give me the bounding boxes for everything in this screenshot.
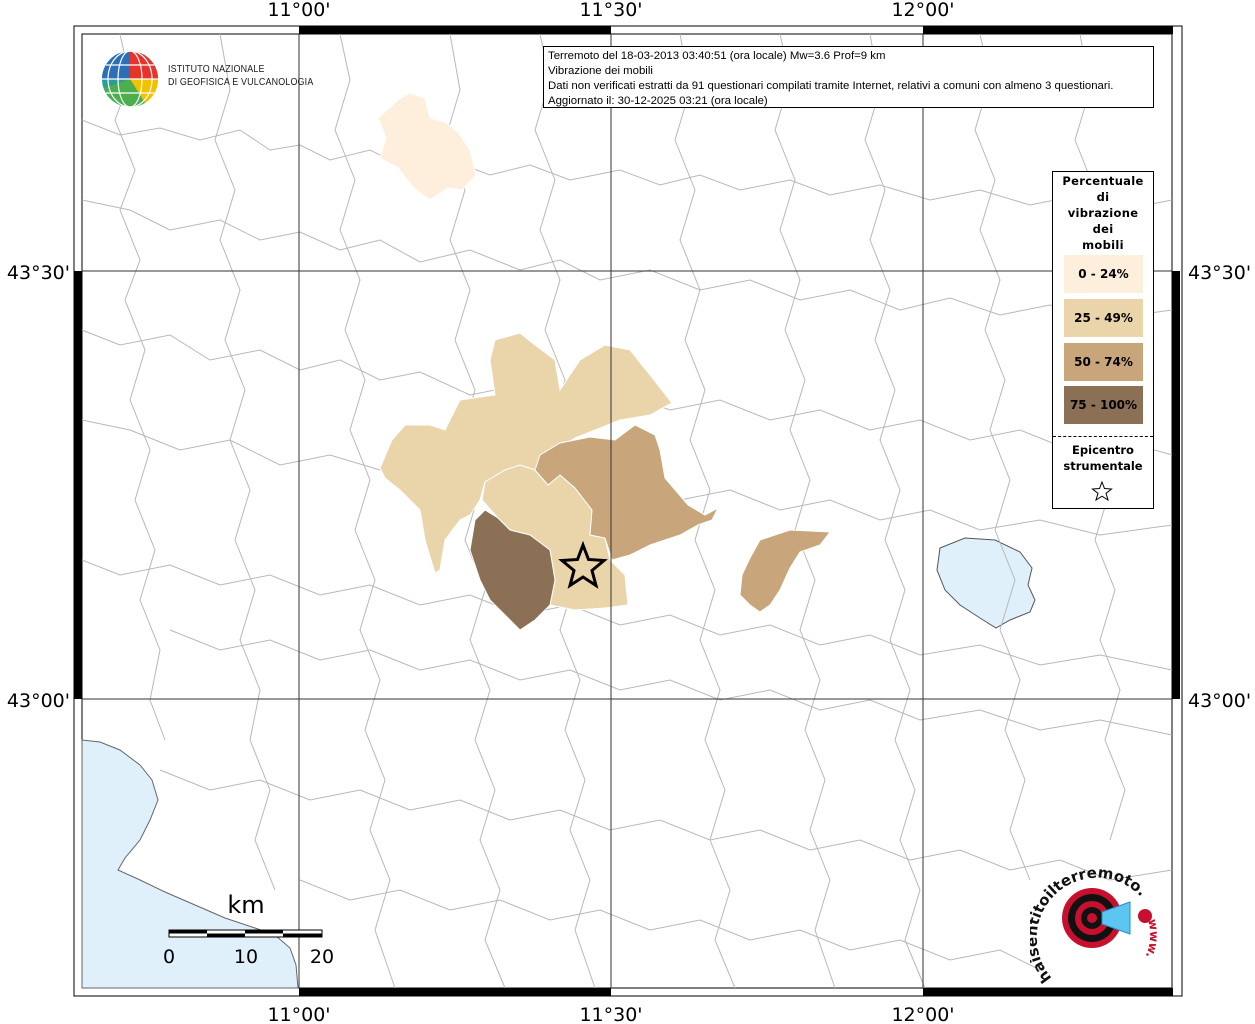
lon-tick-top-2: 11°30' [579,0,642,21]
haisentito-logo: haisentitoilterremoto.it www. [1030,860,1162,987]
event-updated: Aggiornato il: 30-12-2025 03:21 (ora loc… [548,95,768,107]
legend-class-25-49: 25 - 49% [1064,299,1143,337]
event-subject: Vibrazione dei mobili [548,65,653,77]
event-note: Dati non verificati estratti da 91 quest… [548,80,1114,92]
legend-title: Percentuale di vibrazione dei mobili [1053,172,1153,253]
ingv-line-1: ISTITUTO NAZIONALE [168,63,265,75]
lon-tick-top-3: 12°00' [891,0,954,21]
event-info-box: Terremoto del 18-03-2013 03:40:51 (ora l… [543,46,1154,108]
legend: Percentuale di vibrazione dei mobili 0 -… [1052,171,1154,509]
star-outline-icon [1091,480,1113,502]
legend-title-line: vibrazione [1067,206,1139,220]
scale-tick-10: 10 [234,946,258,968]
legend-title-line: mobili [1082,238,1124,252]
legend-epicenter-line: Epicentro [1072,443,1134,457]
haisentito-www-text: www. [1143,918,1162,960]
ingv-line-2: DI GEOFISICA E VULCANOLOGIA [168,76,314,88]
legend-title-line: Percentuale [1062,174,1144,188]
question-icon [1138,909,1152,923]
scale-tick-20: 20 [310,946,334,968]
ingv-name: ISTITUTO NAZIONALE DI GEOFISICA E VULCAN… [168,63,313,89]
legend-divider [1053,436,1153,437]
legend-class-50-74: 50 - 74% [1064,343,1143,381]
legend-class-0-24: 0 - 24% [1064,255,1143,293]
scale-tick-0: 0 [163,946,175,968]
scale-unit: km [227,891,264,919]
lon-tick-bottom-2: 11°30' [579,1004,642,1024]
event-title: Terremoto del 18-03-2013 03:40:51 (ora l… [548,50,886,62]
lat-tick-right-1: 43°30' [1188,262,1251,284]
legend-class-75-100: 75 - 100% [1064,386,1143,424]
lat-tick-left-2: 43°00' [7,690,70,712]
lat-tick-right-2: 43°00' [1188,690,1251,712]
lon-tick-top-1: 11°00' [267,0,330,21]
lon-tick-bottom-3: 12°00' [891,1004,954,1024]
legend-title-line: di [1096,190,1110,204]
legend-epicenter-line: strumentale [1063,459,1143,473]
legend-epicenter-label: Epicentro strumentale [1053,442,1153,474]
globe-icon [102,50,159,108]
lon-tick-bottom-1: 11°00' [267,1004,330,1024]
legend-title-line: dei [1092,222,1114,236]
lat-tick-left-1: 43°30' [7,262,70,284]
